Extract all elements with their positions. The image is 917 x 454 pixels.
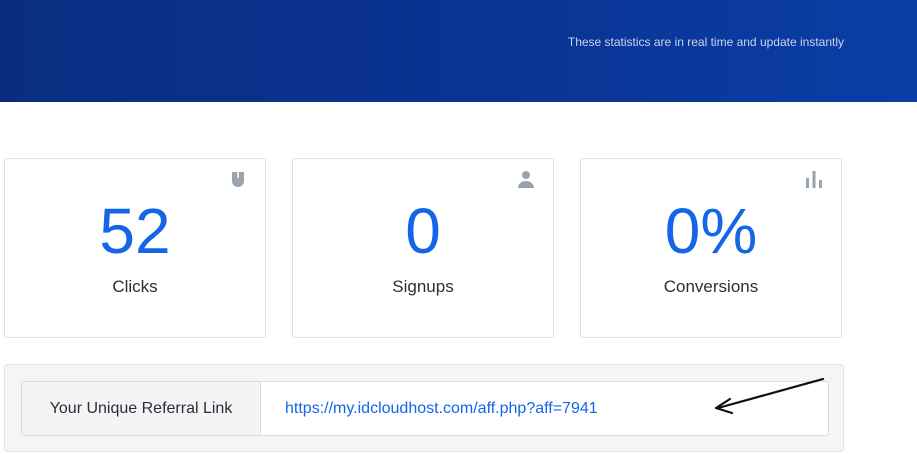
header-subtitle: These statistics are in real time and up… bbox=[567, 35, 844, 49]
conversions-value: 0% bbox=[664, 195, 758, 267]
user-icon bbox=[516, 169, 536, 189]
stat-card-conversions: 0% Conversions bbox=[580, 158, 842, 338]
signups-label: Signups bbox=[392, 277, 454, 296]
annotation-arrow-icon bbox=[714, 377, 825, 415]
bar-chart-icon bbox=[804, 169, 824, 189]
mouse-icon bbox=[228, 169, 248, 189]
stats-header-banner: These statistics are in real time and up… bbox=[0, 0, 917, 102]
stat-card-signups: 0 Signups bbox=[292, 158, 554, 338]
conversions-label: Conversions bbox=[663, 277, 759, 296]
clicks-label: Clicks bbox=[112, 277, 158, 296]
referral-link-label: Your Unique Referral Link bbox=[22, 382, 261, 435]
clicks-value: 52 bbox=[99, 195, 171, 267]
stat-card-clicks: 52 Clicks bbox=[4, 158, 266, 338]
affiliate-page: These statistics are in real time and up… bbox=[0, 0, 917, 454]
signups-value: 0 bbox=[405, 195, 441, 267]
